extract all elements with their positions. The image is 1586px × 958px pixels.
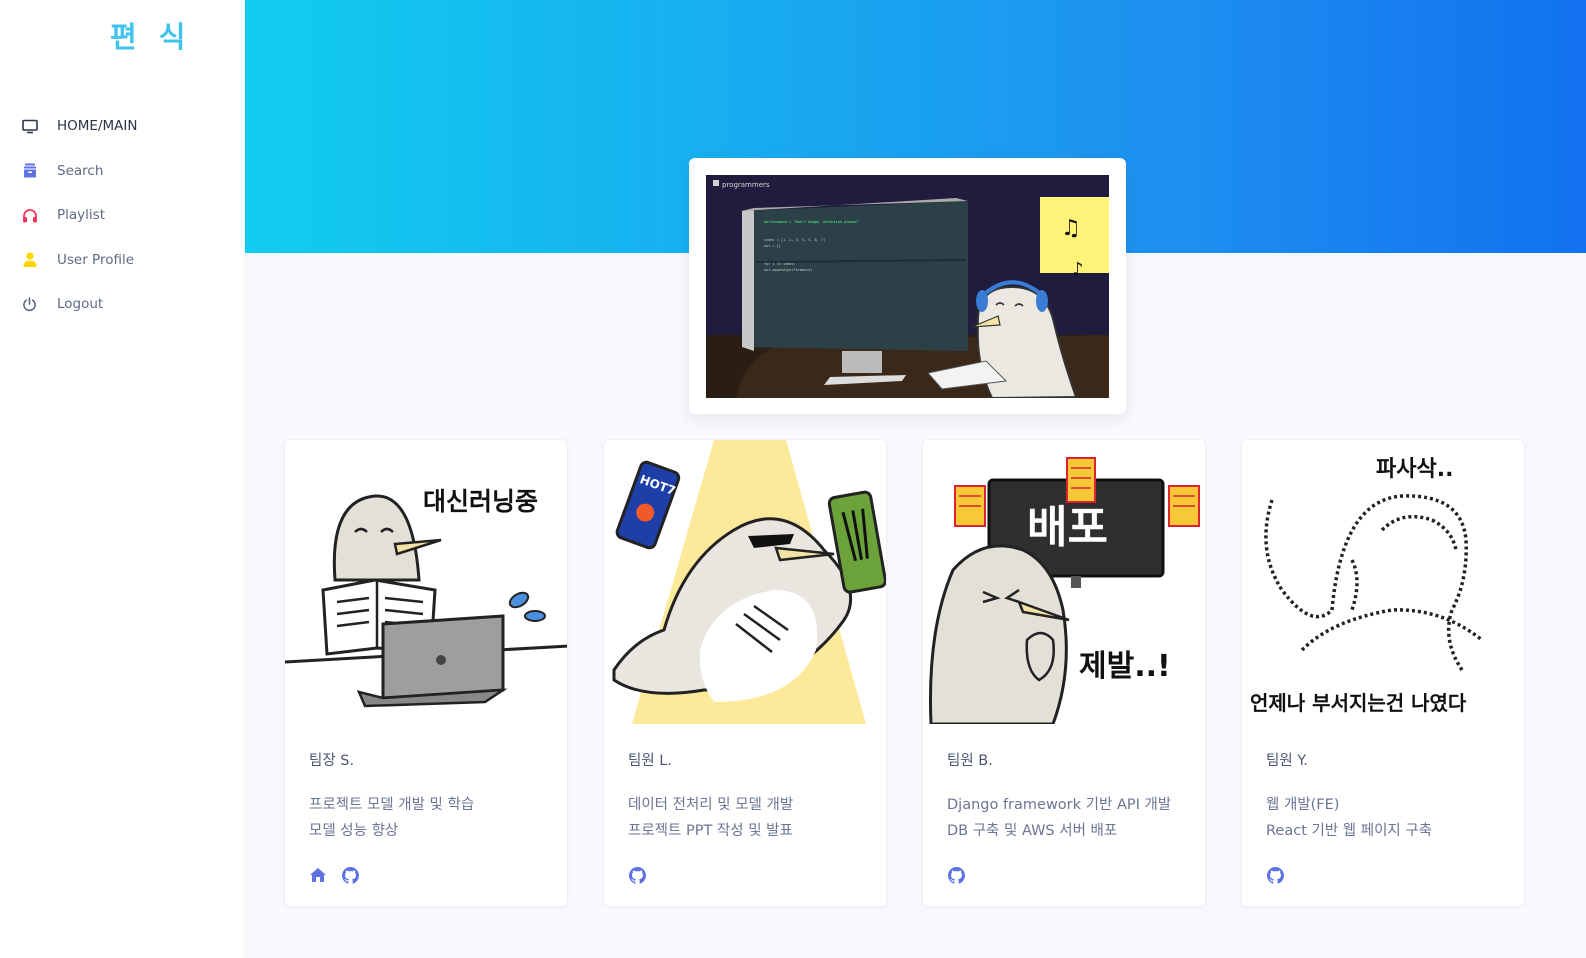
card-links (1266, 866, 1284, 884)
logo-text: 편 식 (110, 20, 192, 54)
card-description-line: DB 구축 및 AWS 서버 배포 (947, 823, 1118, 839)
sidebar-item-playlist[interactable]: Playlist (0, 193, 245, 238)
card-description-line: 프로젝트 PPT 작성 및 발표 (628, 823, 793, 839)
hero-image-card: programmers performance = "Don't dodge, … (689, 158, 1126, 414)
sidebar-item-label: User Profile (57, 251, 135, 268)
code-line: for i in index: (764, 262, 796, 266)
power-icon (21, 296, 38, 313)
svg-text:언제나 부서지는건 나였다: 언제나 부서지는건 나였다 (1250, 691, 1467, 715)
card-image-caption: 파사삭.. (1376, 457, 1453, 482)
headphones-icon (21, 207, 38, 224)
card-description-line: 모델 성능 향상 (309, 823, 399, 839)
sidebar-nav: HOME/MAIN Search Playlist User Profile L… (0, 104, 245, 327)
card-member-name: 팀원 B. (947, 753, 993, 769)
sidebar-item-user-profile[interactable]: User Profile (0, 238, 245, 283)
svg-text:♪: ♪ (1072, 259, 1084, 280)
card-description-line: 데이터 전처리 및 모델 개발 (628, 797, 794, 813)
card-illustration: HOT7 (604, 440, 886, 724)
monitor-icon (21, 118, 38, 135)
card-illustration: 배포 제발..! (923, 440, 1205, 724)
svg-text:제발..!: 제발..! (1079, 649, 1171, 684)
sidebar-item-label: Search (57, 162, 104, 179)
code-line: index = [1, 2, 3, 4, 5, 6, 7] (764, 238, 825, 242)
card-description: 데이터 전처리 및 모델 개발 프로젝트 PPT 작성 및 발표 (628, 792, 793, 844)
github-icon[interactable] (1266, 866, 1284, 884)
card-links (309, 866, 359, 884)
sidebar-item-logout[interactable]: Logout (0, 282, 245, 327)
sidebar-item-search[interactable]: Search (0, 149, 245, 194)
sidebar-item-home[interactable]: HOME/MAIN (0, 104, 245, 149)
svg-text:♫: ♫ (1061, 216, 1081, 241)
card-illustration: 파사삭.. 언제나 부서지는건 나였다 (1242, 440, 1524, 724)
programmers-brand: programmers (722, 181, 770, 189)
card-member-name: 팀원 Y. (1266, 753, 1308, 769)
hero-illustration: programmers performance = "Don't dodge, … (706, 175, 1109, 398)
github-icon[interactable] (628, 866, 646, 884)
home-icon[interactable] (309, 866, 327, 884)
card-description: 프로젝트 모델 개발 및 학습 모델 성능 향상 (309, 792, 474, 844)
card-description-line: Django framework 기반 API 개발 (947, 797, 1172, 813)
code-line: out = [] (764, 244, 781, 248)
sidebar-item-label: HOME/MAIN (57, 118, 138, 135)
team-card: 파사삭.. 언제나 부서지는건 나였다 팀원 Y. 웹 개발(FE) React… (1241, 439, 1525, 907)
team-card: HOT7 팀원 L. 데이터 전처리 및 모델 개발 프로젝트 PPT 작성 및… (603, 439, 887, 907)
card-member-name: 팀원 L. (628, 753, 672, 769)
sound-wave-icon (62, 14, 100, 56)
card-image-caption: 대신러닝중 (423, 487, 538, 516)
code-line: performance = "Don't dodge, attention pl… (764, 220, 859, 224)
code-line: out.append(performance) (764, 268, 812, 272)
card-description-line: 프로젝트 모델 개발 및 학습 (309, 797, 475, 813)
card-links (947, 866, 965, 884)
card-description-line: React 기반 웹 페이지 구축 (1266, 823, 1433, 839)
card-image-caption: 배포 (1027, 502, 1108, 553)
team-card: 대신러닝중 팀장 S. 프로젝트 모델 개발 및 학습 모델 성능 향상 (284, 439, 568, 907)
archive-icon (21, 162, 38, 179)
sidebar: 편 식 HOME/MAIN Search Playlist User Profi… (0, 0, 245, 958)
github-icon[interactable] (947, 866, 965, 884)
card-description: Django framework 기반 API 개발 DB 구축 및 AWS 서… (947, 792, 1171, 844)
team-card: 배포 제발..! 팀원 B. Django framework 기반 API 개… (922, 439, 1206, 907)
card-member-name: 팀장 S. (309, 753, 355, 769)
user-icon (21, 251, 38, 268)
card-description: 웹 개발(FE) React 기반 웹 페이지 구축 (1266, 792, 1432, 844)
github-icon[interactable] (341, 866, 359, 884)
app-logo[interactable]: 편 식 (62, 14, 191, 56)
sidebar-item-label: Playlist (57, 207, 105, 224)
card-illustration: 대신러닝중 (285, 440, 567, 724)
card-links (628, 866, 646, 884)
sidebar-item-label: Logout (57, 296, 104, 313)
card-description-line: 웹 개발(FE) (1266, 797, 1340, 813)
